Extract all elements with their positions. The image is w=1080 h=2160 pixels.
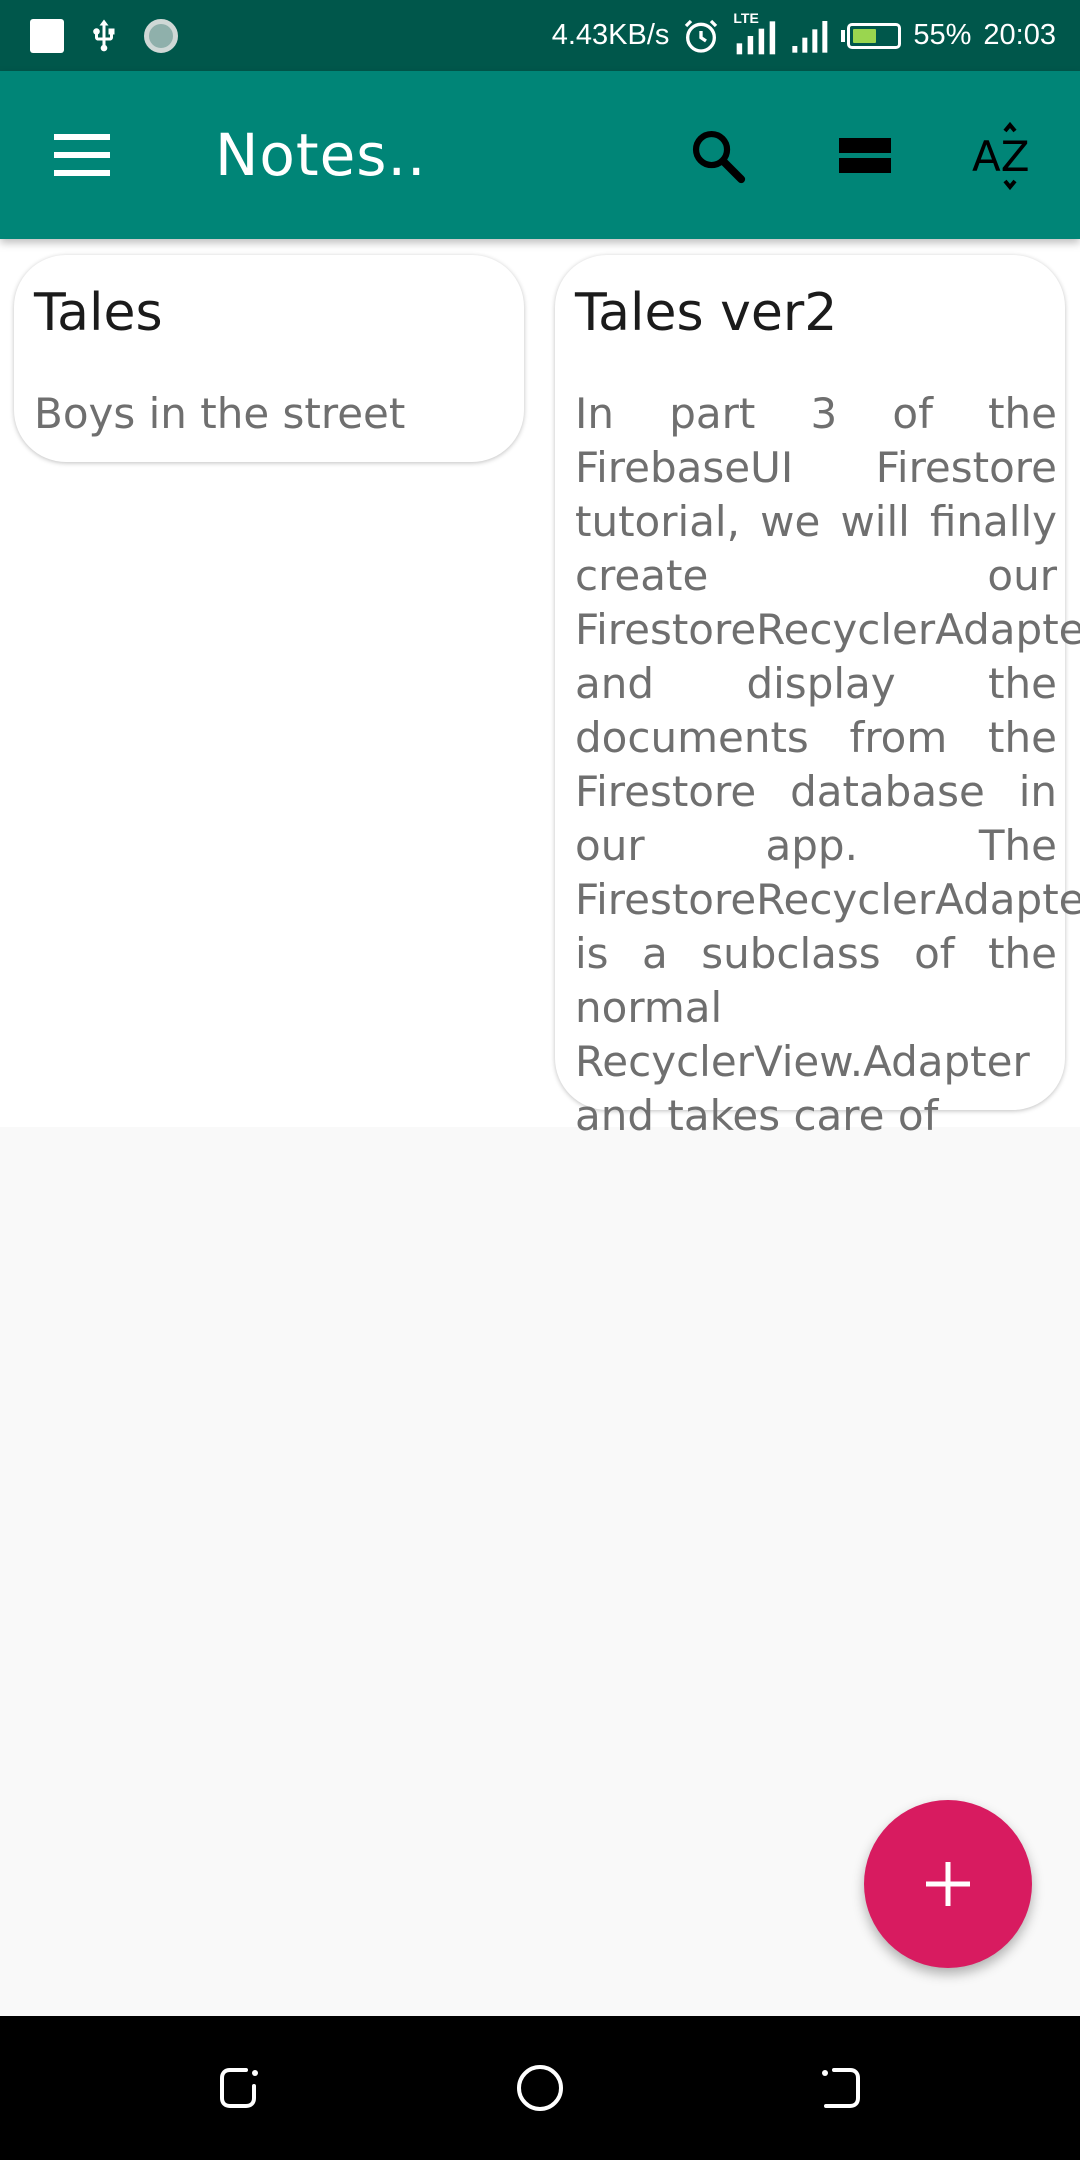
signal-icon [792, 20, 828, 53]
notes-list: Tales Boys in the street Tales ver2 In p… [0, 239, 1080, 1140]
status-bar: 4.43KB/s LTE 55% 20:03 [0, 0, 1080, 71]
note-card[interactable]: Tales Boys in the street [14, 255, 524, 462]
note-body: In part 3 of the FirebaseUI Firestore tu… [575, 389, 1080, 1140]
alarm-icon [685, 19, 718, 53]
loading-icon [144, 19, 178, 53]
sort-az-icon: AZ [972, 121, 1030, 191]
back-button[interactable] [202, 2050, 278, 2126]
back-icon [220, 2068, 258, 2108]
plus-icon [926, 1862, 970, 1906]
signal-lte-icon: LTE [733, 10, 777, 58]
battery-fill [853, 28, 877, 43]
add-note-button[interactable] [864, 1800, 1032, 1968]
usb-icon [93, 19, 115, 52]
recent-apps-button[interactable] [802, 2050, 878, 2126]
view-toggle-button[interactable] [820, 111, 910, 201]
search-button[interactable] [673, 111, 763, 201]
search-icon [692, 130, 746, 184]
page-title: Notes.. [215, 121, 427, 189]
lte-label: LTE [733, 9, 759, 26]
battery-percent: 55% [913, 19, 972, 51]
note-title: Tales ver2 [575, 283, 838, 343]
note-body: Boys in the street [34, 389, 406, 438]
home-icon [517, 2065, 563, 2111]
home-button[interactable] [502, 2050, 578, 2126]
net-speed: 4.43KB/s [551, 19, 670, 51]
sort-button[interactable]: AZ [962, 111, 1052, 201]
app-bar: Notes.. AZ [0, 71, 1080, 239]
view-toggle-icon [839, 138, 891, 173]
navigation-bar [0, 2016, 1080, 2160]
note-title: Tales [34, 283, 163, 343]
status-left-icons [30, 18, 178, 54]
menu-button[interactable] [40, 121, 128, 189]
sort-icon-text: AZ [972, 132, 1030, 181]
recent-apps-icon [822, 2068, 860, 2108]
battery-charging-icon [841, 22, 902, 49]
notification-square-icon [30, 19, 64, 53]
note-card[interactable]: Tales ver2 In part 3 of the FirebaseUI F… [555, 255, 1080, 1140]
status-right: 4.43KB/s LTE 55% 20:03 [552, 0, 1056, 71]
menu-icon [54, 134, 110, 140]
clock: 20:03 [983, 19, 1056, 51]
